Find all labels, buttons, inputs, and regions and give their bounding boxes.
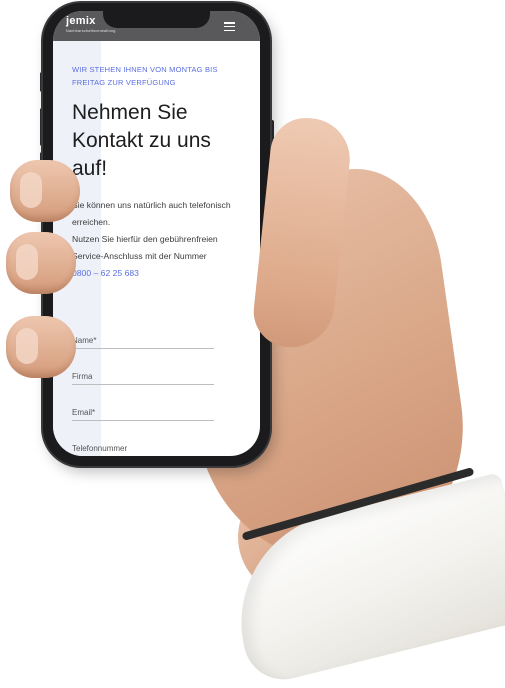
brand-logo[interactable]: jemix bbox=[66, 15, 96, 27]
phone-field[interactable]: Telefonnummer bbox=[72, 421, 214, 456]
index-finger bbox=[10, 160, 80, 222]
brand-tagline: Nachbarschaftsverwaltung bbox=[66, 29, 116, 33]
ring-finger bbox=[6, 316, 76, 378]
name-field[interactable]: Name* bbox=[72, 313, 214, 349]
company-field-label: Firma bbox=[72, 372, 93, 381]
description-line-1: Sie können uns natürlich auch telefonisc… bbox=[72, 200, 231, 228]
contact-form: Name* Firma Email* Telefonnummer bbox=[72, 313, 214, 456]
company-field[interactable]: Firma bbox=[72, 349, 214, 385]
fingernail bbox=[20, 172, 42, 208]
availability-eyebrow: WIR STEHEN IHNEN VON MONTAG BIS FREITAG … bbox=[72, 65, 218, 87]
phone-notch bbox=[103, 11, 210, 28]
contact-description: Sie können uns natürlich auch telefonisc… bbox=[72, 197, 247, 282]
contact-intro: WIR STEHEN IHNEN VON MONTAG BIS FREITAG … bbox=[72, 63, 247, 282]
hamburger-menu-icon[interactable] bbox=[224, 22, 235, 32]
phone-number-link[interactable]: 0800 – 62 25 683 bbox=[72, 265, 247, 282]
email-field-label: Email* bbox=[72, 408, 96, 417]
middle-finger bbox=[6, 232, 76, 294]
description-line-2: Nutzen Sie hierfür den gebührenfreien Se… bbox=[72, 234, 218, 262]
phone-field-label: Telefonnummer bbox=[72, 444, 128, 453]
fingernail bbox=[16, 244, 38, 280]
phone-screen: jemix Nachbarschaftsverwaltung WIR STEHE… bbox=[53, 11, 260, 456]
fingernail bbox=[16, 328, 38, 364]
page-title: Nehmen Sie Kontakt zu uns auf! bbox=[72, 101, 211, 180]
email-field[interactable]: Email* bbox=[72, 385, 214, 421]
